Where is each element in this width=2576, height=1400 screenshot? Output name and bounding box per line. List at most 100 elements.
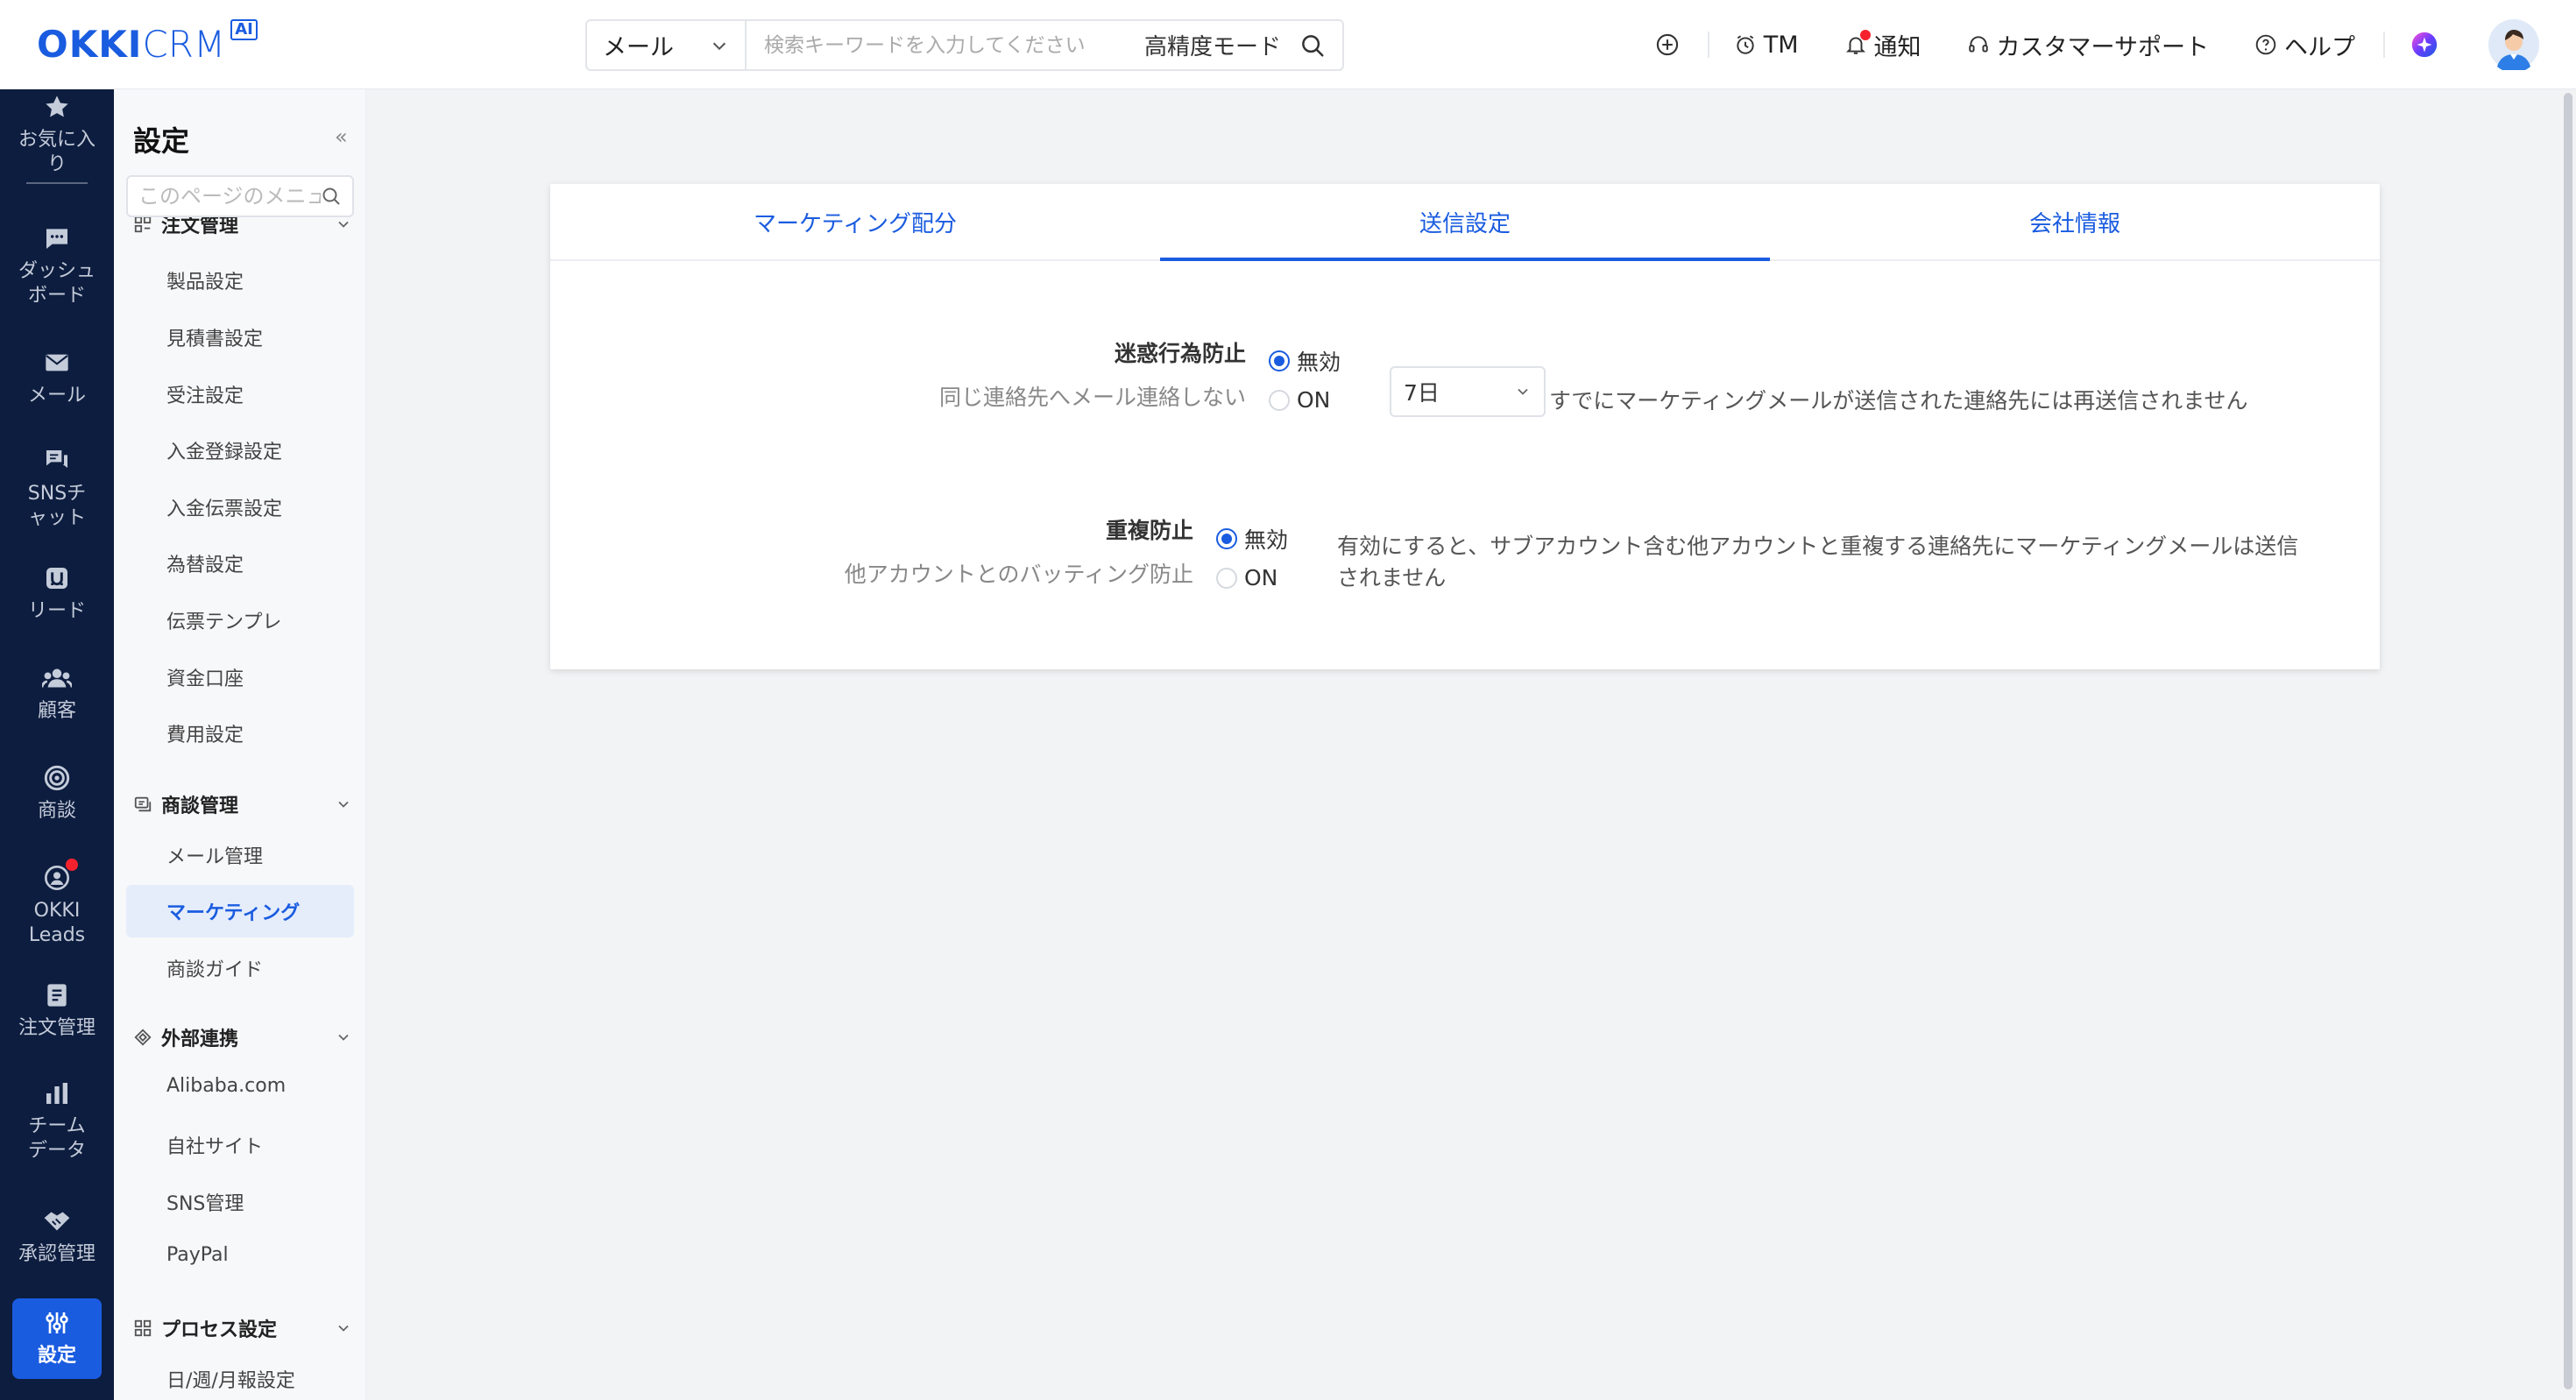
sidebar-link-order-receipt[interactable]: 受注設定 — [166, 380, 244, 408]
rail-item-dashboard[interactable]: ダッシュボード — [0, 224, 114, 308]
duplicate-description-line1: 有効にすると、サブアカウント含む他アカウントと重複する連絡先にマーケティングメー… — [1337, 534, 2299, 559]
customer-support-label: カスタマーサポート — [1996, 33, 2209, 61]
sidebar-search-input[interactable] — [138, 184, 321, 209]
page-scrollbar[interactable] — [2564, 93, 2572, 1389]
rail-label-okki-leads: OKKI Leads — [28, 900, 86, 946]
handshake-icon — [44, 1212, 70, 1231]
logo-crm-text: CRM — [142, 23, 226, 66]
sidebar-link-payment-slip[interactable]: 入金伝票設定 — [166, 493, 282, 521]
bell-icon-wrap — [1844, 30, 1871, 56]
sidebar-search — [126, 175, 354, 217]
notification-button[interactable]: 通知 — [1844, 28, 1921, 62]
rail-item-sns[interactable]: SNSチャット — [0, 447, 114, 531]
sidebar-link-payment-registration[interactable]: 入金登録設定 — [166, 436, 282, 464]
sidebar-link-fund-account[interactable]: 資金口座 — [166, 663, 244, 691]
search-button[interactable] — [1297, 30, 1328, 61]
spam-prevention-on-radio[interactable]: ON — [1269, 387, 1330, 413]
lead-magnet-icon — [46, 568, 67, 589]
rail-item-favorites[interactable]: お気に入り — [0, 93, 114, 184]
marketing-settings-card: マーケティング配分 送信設定 会社情報 迷惑行為防止 同じ連絡先へメール連絡しな… — [550, 184, 2380, 669]
spam-period-value: 7日 — [1404, 380, 1440, 406]
rail-item-mail[interactable]: メール — [0, 349, 114, 408]
user-avatar[interactable] — [2488, 19, 2539, 70]
order-group-icon — [134, 216, 152, 233]
mail-icon — [46, 354, 68, 371]
ai-orb-icon — [2411, 32, 2438, 58]
rail-item-okki-leads[interactable]: OKKI Leads — [0, 859, 114, 948]
customer-support-button[interactable]: カスタマーサポート — [1967, 28, 2209, 62]
rail-divider — [26, 182, 88, 184]
sidebar-group-external[interactable]: 外部連携 — [133, 1023, 352, 1051]
search-icon — [1302, 34, 1324, 56]
search-scope-select[interactable]: メール — [587, 21, 747, 69]
okki-leads-badge — [66, 859, 78, 871]
spam-prevention-off-radio[interactable]: 無効 — [1269, 345, 1341, 377]
sidebar-link-product[interactable]: 製品設定 — [166, 266, 244, 294]
duplicate-prevention-description: 有効にすると、サブアカウント含む他アカウントと重複する連絡先にマーケティングメー… — [1337, 531, 2336, 594]
chevron-down-icon — [338, 1034, 349, 1041]
chevron-down-icon — [1518, 388, 1528, 395]
headset-icon — [1968, 36, 1988, 53]
settings-title: 設定 — [133, 124, 190, 158]
rail-item-lead[interactable]: リード — [0, 564, 114, 624]
dup-off-label: 無効 — [1244, 527, 1289, 553]
tab-marketing-allocation[interactable]: マーケティング配分 — [550, 184, 1160, 259]
target-icon — [44, 765, 70, 791]
sidebar-link-deal-guide[interactable]: 商談ガイド — [166, 954, 263, 982]
tab-company-info[interactable]: 会社情報 — [1770, 184, 2380, 259]
search-mode-toggle[interactable]: 高精度モード — [1144, 29, 1281, 61]
sidebar-group-deal[interactable]: 商談管理 — [133, 790, 352, 818]
okki-crm-logo[interactable]: OKKI CRM AI — [37, 19, 258, 67]
rail-item-approval[interactable]: 承認管理 — [0, 1207, 114, 1267]
rail-item-order[interactable]: 注文管理 — [0, 981, 114, 1041]
sidebar-link-alibaba[interactable]: Alibaba.com — [166, 1075, 286, 1097]
help-button[interactable]: ヘルプ — [2254, 28, 2355, 62]
duplicate-prevention-off-radio[interactable]: 無効 — [1216, 523, 1288, 555]
rail-item-settings[interactable]: 設定 — [12, 1298, 102, 1379]
duplicate-prevention-on-radio[interactable]: ON — [1216, 565, 1277, 590]
sidebar-link-own-site[interactable]: 自社サイト — [166, 1131, 263, 1159]
chevron-down-icon — [338, 801, 349, 808]
spam-period-select[interactable]: 7日 — [1390, 366, 1546, 417]
sidebar-link-exchange-rate[interactable]: 為替設定 — [166, 549, 244, 577]
sidebar-link-expense[interactable]: 費用設定 — [166, 719, 244, 747]
sidebar-group-process[interactable]: プロセス設定 — [133, 1314, 352, 1342]
sidebar-link-paypal[interactable]: PayPal — [166, 1244, 229, 1266]
sidebar-link-daily-report[interactable]: 日/週/月報設定 — [166, 1365, 295, 1393]
alarm-clock-icon — [1737, 35, 1754, 54]
top-bar: OKKI CRM AI メール 高精度モード TM 通知 — [0, 0, 2576, 89]
rail-label-mail: メール — [27, 385, 86, 407]
top-actions: TM 通知 カスタマーサポート ヘルプ — [1655, 0, 2576, 89]
rail-item-customer[interactable]: 顧客 — [0, 664, 114, 724]
okki-leads-icon-wrap — [43, 859, 78, 892]
collapse-sidebar-button[interactable]: « — [335, 124, 348, 149]
rail-label-order: 注文管理 — [18, 1017, 96, 1039]
spam-off-label: 無効 — [1297, 350, 1341, 375]
sidebar-group-process-label: プロセス設定 — [161, 1319, 278, 1341]
duplicate-prevention-label: 重複防止 他アカウントとのバッティング防止 — [845, 513, 1193, 589]
rail-item-team-data[interactable]: チームデータ — [0, 1079, 114, 1163]
spam-prevention-subtitle: 同じ連絡先へメール連絡しない — [938, 385, 1246, 410]
rail-label-lead: リード — [27, 600, 86, 622]
sidebar-link-quotation[interactable]: 見積書設定 — [166, 323, 263, 351]
spam-prevention-label: 迷惑行為防止 同じ連絡先へメール連絡しない — [939, 336, 1246, 412]
rail-item-deal[interactable]: 商談 — [0, 764, 114, 824]
sidebar-link-sns-management[interactable]: SNS管理 — [166, 1188, 244, 1216]
logo-ai-badge: AI — [230, 19, 258, 40]
sidebar-link-marketing[interactable]: マーケティング — [166, 897, 300, 925]
order-document-icon — [47, 984, 67, 1007]
ai-assistant-button[interactable] — [2410, 30, 2439, 60]
rail-label-settings: 設定 — [37, 1345, 76, 1367]
duplicate-prevention-title: 重複防止 — [1105, 518, 1193, 543]
tab-sending-settings[interactable]: 送信設定 — [1160, 184, 1770, 261]
tm-button[interactable]: TM — [1734, 32, 1799, 59]
add-button[interactable] — [1655, 32, 1680, 57]
global-search-input[interactable] — [747, 21, 1144, 69]
sidebar-link-mail-management[interactable]: メール管理 — [166, 841, 263, 869]
dup-on-label: ON — [1244, 565, 1278, 590]
sidebar-group-deal-label: 商談管理 — [161, 795, 239, 817]
tm-label: TM — [1763, 31, 1799, 59]
avatar-icon — [2488, 19, 2539, 70]
sidebar-link-slip-template[interactable]: 伝票テンプレ — [166, 606, 281, 634]
chevron-down-icon — [338, 1325, 349, 1332]
